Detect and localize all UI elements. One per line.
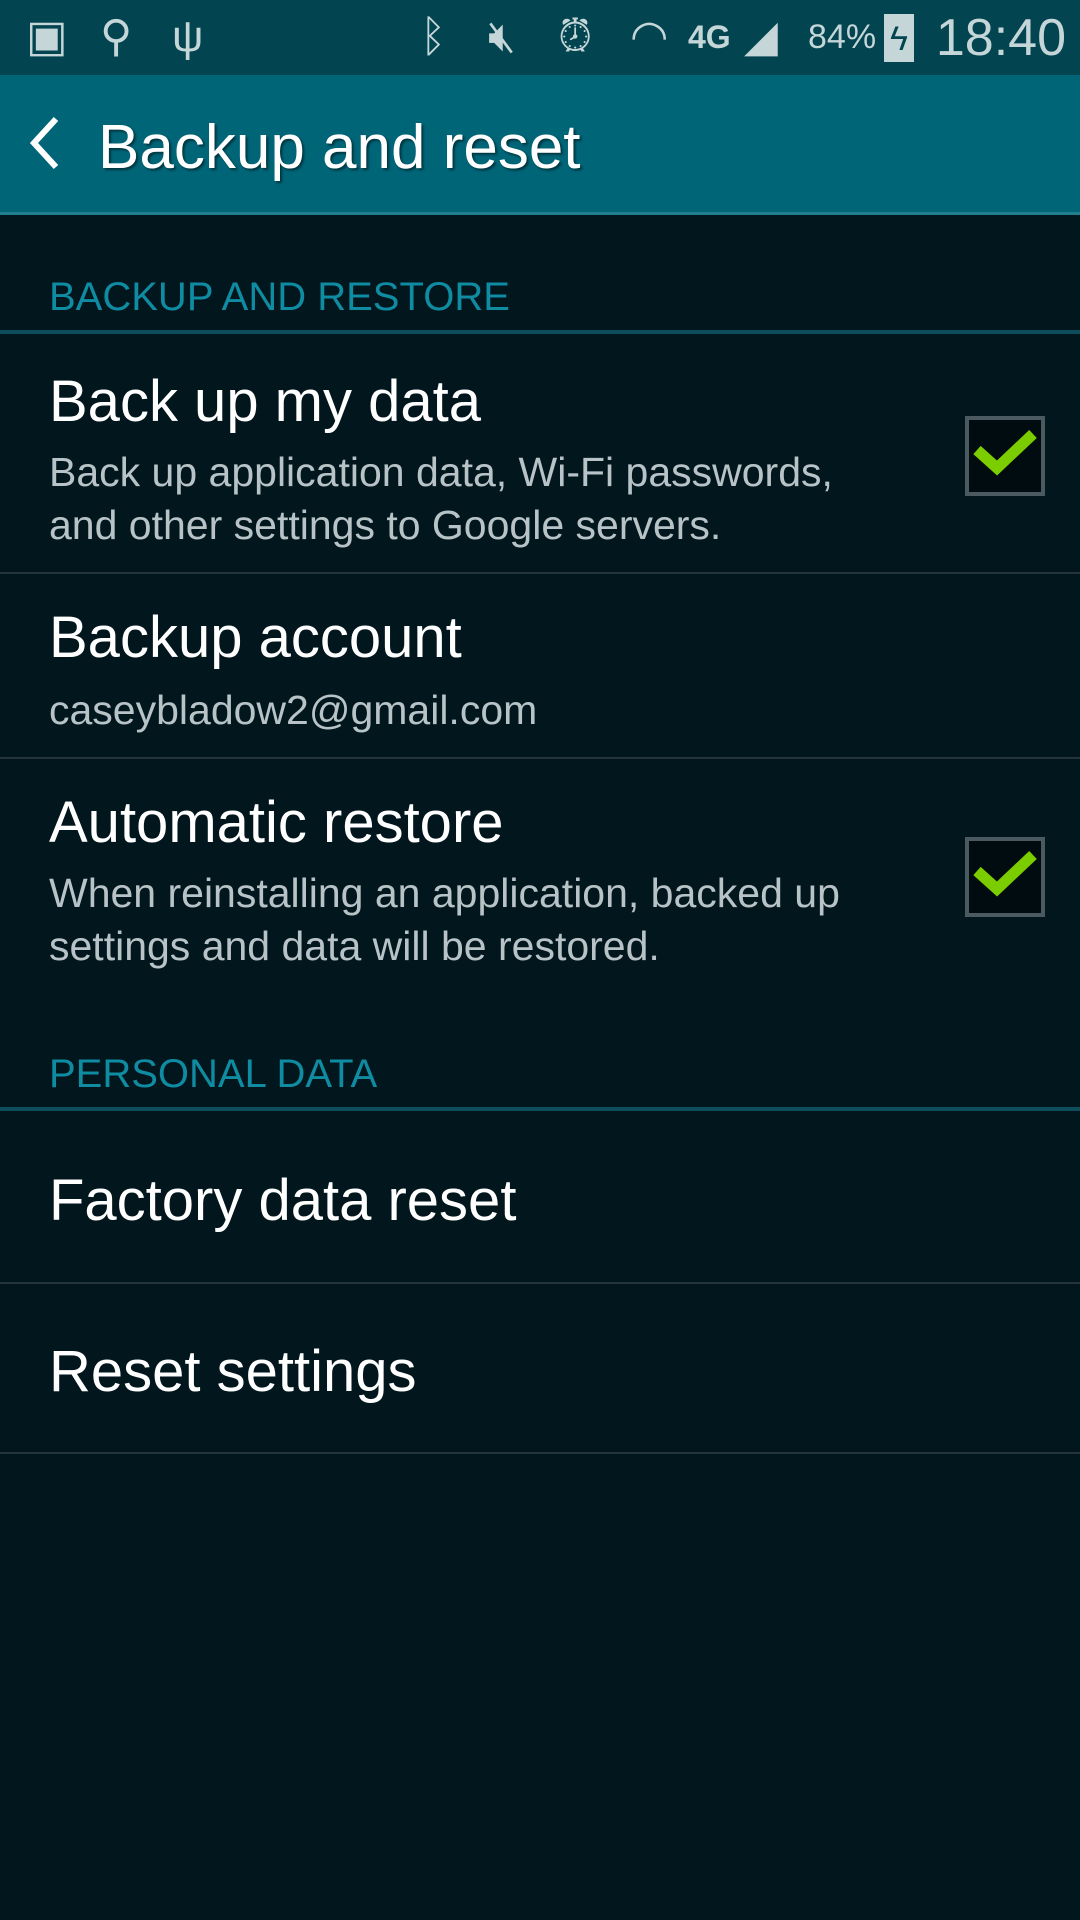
- section-header-backup: BACKUP AND RESTORE: [0, 275, 1080, 334]
- section-label: BACKUP AND RESTORE: [49, 275, 510, 319]
- page-title: Backup and reset: [98, 113, 581, 182]
- automatic-restore-item[interactable]: Automatic restore When reinstalling an a…: [0, 759, 1080, 1009]
- item-title: Factory data reset: [49, 1168, 517, 1233]
- backup-account-item[interactable]: Backup account caseybladow2@gmail.com: [0, 574, 1080, 759]
- reset-settings-item[interactable]: Reset settings: [0, 1284, 1080, 1454]
- facebook-icon: ▣: [26, 12, 68, 61]
- app-bar: Backup and reset: [0, 75, 1080, 215]
- bluetooth-icon: ᛒ: [420, 12, 447, 61]
- item-title: Reset settings: [49, 1339, 417, 1404]
- checkmark-icon: [973, 430, 1037, 476]
- factory-data-reset-item[interactable]: Factory data reset: [0, 1111, 1080, 1284]
- status-bar: ▣ ⚲ ψ ᛒ 🔇︎ ⏰︎ ◠ 4G ◢ 84% ϟ 18:40: [0, 0, 1080, 75]
- automatic-restore-checkbox[interactable]: [965, 837, 1045, 917]
- signal-icon: ◢: [744, 12, 778, 61]
- clock: 18:40: [935, 9, 1066, 67]
- 4g-lte-icon: 4G: [688, 19, 731, 55]
- item-title: Back up my data: [49, 369, 481, 434]
- item-title: Automatic restore: [49, 790, 504, 855]
- location-icon: ⚲: [100, 12, 133, 61]
- back-up-checkbox[interactable]: [965, 416, 1045, 496]
- section-label: PERSONAL DATA: [49, 1052, 378, 1096]
- item-title: Backup account: [49, 605, 462, 670]
- item-subtitle: Back up application data, Wi-Fi password…: [49, 449, 833, 495]
- back-up-my-data-item[interactable]: Back up my data Back up application data…: [0, 334, 1080, 574]
- battery-percent: 84%: [808, 18, 877, 56]
- item-subtitle: When reinstalling an application, backed…: [49, 870, 840, 916]
- alarm-icon: ⏰︎: [558, 12, 593, 61]
- checkmark-icon: [973, 851, 1037, 897]
- battery-charging-icon: ϟ: [884, 14, 914, 62]
- item-subtitle: and other settings to Google servers.: [49, 502, 722, 548]
- section-header-personal: PERSONAL DATA: [0, 1052, 1080, 1111]
- wifi-icon: ◠: [630, 12, 669, 61]
- item-subtitle: caseybladow2@gmail.com: [49, 687, 538, 733]
- usb-icon: ψ: [172, 12, 204, 61]
- back-icon[interactable]: [26, 113, 66, 173]
- mute-icon: 🔇︎: [488, 12, 516, 61]
- item-subtitle: settings and data will be restored.: [49, 923, 660, 969]
